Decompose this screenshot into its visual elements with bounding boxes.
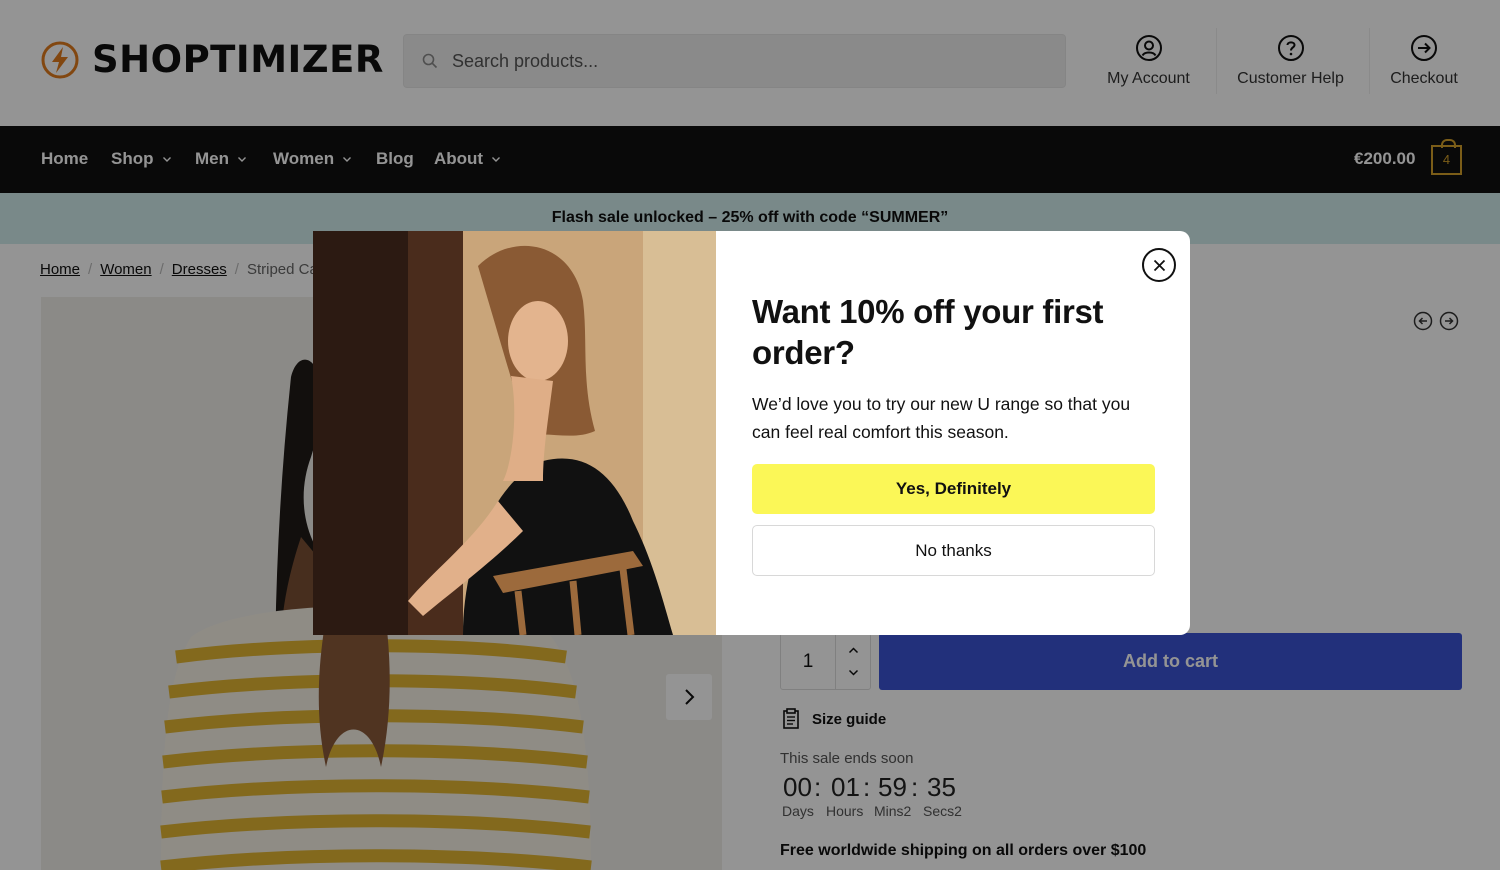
popup-text: We’d love you to try our new U range so …: [752, 394, 1131, 442]
popup-model-photo: [313, 231, 716, 635]
close-icon: [1153, 259, 1165, 271]
popup-title: Want 10% off your first order?: [752, 293, 1104, 371]
yes-definitely-button[interactable]: Yes, Definitely: [752, 464, 1155, 514]
discount-popup: Want 10% off your first order? We’d love…: [313, 231, 1190, 635]
no-thanks-button[interactable]: No thanks: [752, 525, 1155, 576]
close-popup-button[interactable]: [1142, 248, 1176, 282]
